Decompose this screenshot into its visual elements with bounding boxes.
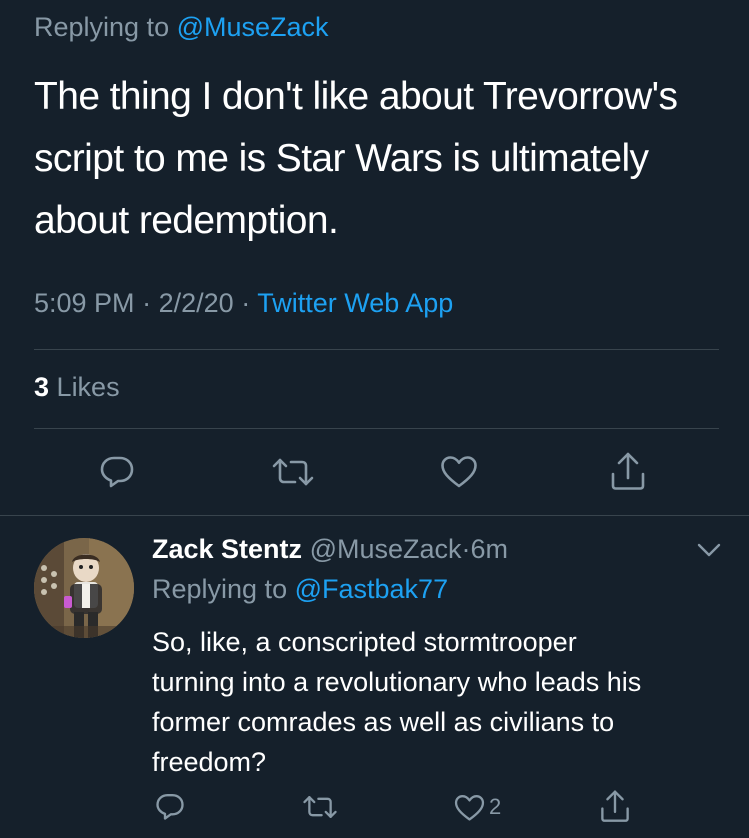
- divider: [34, 428, 719, 429]
- reply-header: Zack Stentz @MuseZack·6m: [152, 534, 508, 565]
- likes-summary[interactable]: 3 Likes: [34, 372, 120, 403]
- author-name[interactable]: Zack Stentz: [152, 534, 302, 564]
- meta-separator: ·: [142, 288, 152, 318]
- reply-icon[interactable]: [155, 791, 185, 821]
- tweet-meta: 5:09 PM · 2/2/20 · Twitter Web App: [34, 288, 453, 319]
- tweet-text: The thing I don't like about Trevorrow's…: [34, 66, 734, 252]
- likes-count: 3: [34, 372, 50, 402]
- replying-to-line: Replying to @MuseZack: [34, 12, 329, 43]
- reply-text-line: freedom?: [152, 747, 267, 777]
- meta-separator: ·: [241, 288, 251, 318]
- reply-replying-to: Replying to @Fastbak77: [152, 574, 448, 605]
- like-count: 2: [489, 794, 502, 819]
- time-ago: 6m: [470, 534, 509, 564]
- heart-icon[interactable]: [440, 455, 478, 489]
- tweet-time: 5:09 PM: [34, 288, 135, 318]
- reply-text: So, like, a conscripted stormtrooper tur…: [152, 622, 732, 782]
- replying-handle-link[interactable]: @MuseZack: [177, 12, 329, 42]
- author-handle[interactable]: @MuseZack: [310, 534, 462, 564]
- header-separator: ·: [461, 534, 471, 564]
- replying-handle-link[interactable]: @Fastbak77: [295, 574, 448, 604]
- tweet-text-line: The thing I don't like about Trevorrow's: [34, 75, 678, 118]
- reply-text-line: turning into a revolutionary who leads h…: [152, 667, 642, 697]
- chevron-down-icon[interactable]: [696, 541, 722, 559]
- share-icon[interactable]: [609, 450, 647, 492]
- replying-prefix: Replying to: [34, 12, 170, 42]
- replying-prefix: Replying to: [152, 574, 288, 604]
- reply-text-line: So, like, a conscripted stormtrooper: [152, 627, 577, 657]
- retweet-icon[interactable]: [271, 455, 315, 489]
- heart-icon[interactable]: [454, 794, 485, 822]
- likes-label: Likes: [56, 372, 120, 402]
- tweet-text-line: about redemption.: [34, 199, 339, 242]
- avatar[interactable]: [34, 538, 134, 638]
- share-icon[interactable]: [599, 788, 631, 824]
- tweet-thread: Replying to @MuseZack The thing I don't …: [0, 0, 749, 838]
- retweet-icon[interactable]: [302, 793, 338, 821]
- tweet-source-link[interactable]: Twitter Web App: [257, 288, 453, 318]
- divider: [34, 349, 719, 350]
- reply-text-line: former comrades as well as civilians to: [152, 707, 615, 737]
- divider: [0, 515, 749, 516]
- tweet-date: 2/2/20: [158, 288, 234, 318]
- tweet-text-line: script to me is Star Wars is ultimately: [34, 137, 649, 180]
- reply-icon[interactable]: [99, 453, 135, 489]
